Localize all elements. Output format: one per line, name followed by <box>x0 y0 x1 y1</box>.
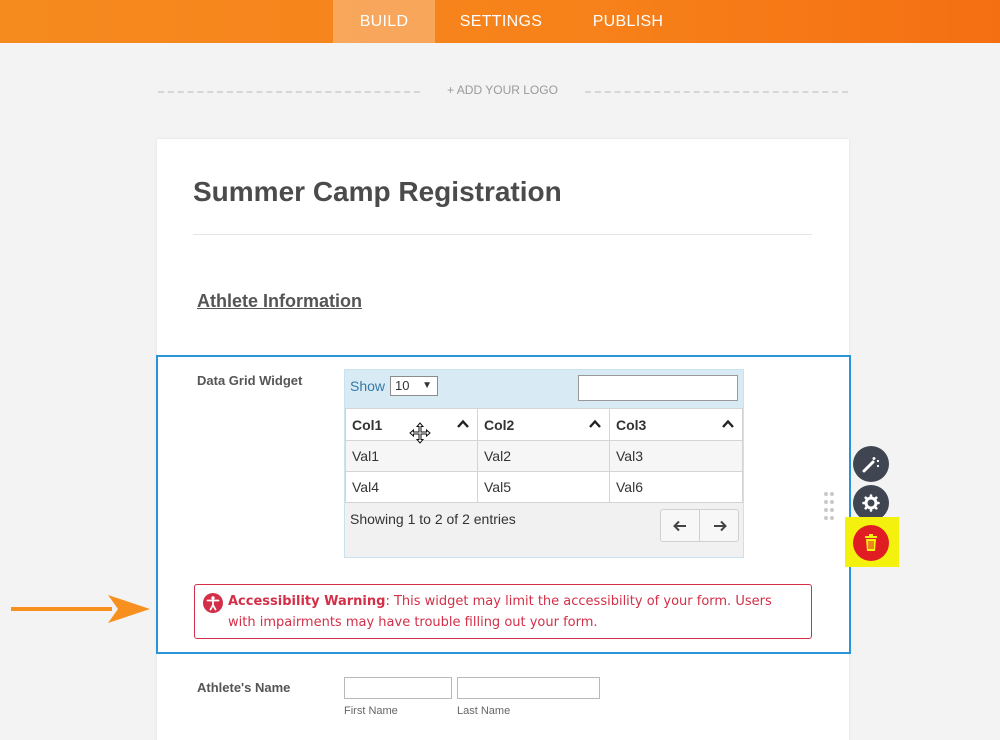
data-grid[interactable]: Show 10 ▼ Col1 Col2 Col3 Val1 Val2 Val3 … <box>344 369 744 558</box>
warning-title: Accessibility Warning <box>228 594 386 609</box>
tab-settings[interactable]: SETTINGS <box>445 0 557 43</box>
data-grid-toolbar: Show 10 ▼ <box>345 370 743 408</box>
gear-icon <box>862 494 880 512</box>
data-grid-table: Col1 Col2 Col3 Val1 Val2 Val3 Val4 Val5 … <box>345 408 743 503</box>
last-name-sublabel: Last Name <box>457 705 511 717</box>
accessibility-icon <box>203 593 223 613</box>
tab-build[interactable]: BUILD <box>333 0 435 43</box>
last-name-input[interactable] <box>457 677 600 699</box>
next-page-button[interactable] <box>700 510 739 541</box>
sort-up-icon[interactable] <box>589 418 601 430</box>
form-title[interactable]: Summer Camp Registration <box>193 176 562 208</box>
section-title[interactable]: Athlete Information <box>197 291 362 312</box>
accessibility-warning: Accessibility Warning: This widget may l… <box>194 584 812 639</box>
table-row[interactable]: Val1 Val2 Val3 <box>345 440 743 472</box>
first-name-input[interactable] <box>344 677 452 699</box>
trash-icon <box>865 534 877 551</box>
top-nav-bar: BUILD SETTINGS PUBLISH <box>0 0 1000 43</box>
move-cursor-icon <box>409 422 431 444</box>
drag-handle-icon[interactable] <box>823 491 835 521</box>
page-size-select[interactable]: 10 ▼ <box>390 376 438 396</box>
column-header-label: Col2 <box>484 416 515 433</box>
sort-up-icon[interactable] <box>457 418 469 430</box>
arrow-right-icon <box>713 520 727 532</box>
tab-publish[interactable]: PUBLISH <box>578 0 678 43</box>
page-size-value: 10 <box>395 378 410 393</box>
add-logo-link[interactable]: + ADD YOUR LOGO <box>420 83 585 97</box>
table-cell: Val3 <box>609 440 743 472</box>
table-cell: Val6 <box>609 471 743 503</box>
dropdown-arrow-icon: ▼ <box>422 380 432 391</box>
settings-button[interactable] <box>853 485 889 521</box>
magic-wand-icon <box>862 457 879 473</box>
table-cell: Val5 <box>477 471 610 503</box>
table-cell: Val2 <box>477 440 610 472</box>
show-label: Show <box>350 378 386 394</box>
arrow-left-icon <box>673 520 686 532</box>
delete-button[interactable] <box>853 525 889 561</box>
first-name-sublabel: First Name <box>344 705 398 717</box>
grid-search-input[interactable] <box>578 375 738 401</box>
table-cell: Val1 <box>345 440 478 472</box>
logo-divider-right <box>585 91 848 93</box>
widget-label: Data Grid Widget <box>197 373 303 388</box>
magic-wand-button[interactable] <box>853 446 889 482</box>
column-header-label: Col3 <box>616 416 647 433</box>
sort-up-icon[interactable] <box>722 418 734 430</box>
title-divider <box>193 234 812 235</box>
pager <box>660 509 739 542</box>
table-cell: Val4 <box>345 471 478 503</box>
column-header-col3[interactable]: Col3 <box>609 408 743 441</box>
table-row[interactable]: Val4 Val5 Val6 <box>345 471 743 503</box>
athletes-name-label: Athlete's Name <box>197 680 291 695</box>
column-header-col2[interactable]: Col2 <box>477 408 610 441</box>
prev-page-button[interactable] <box>661 510 700 541</box>
grid-info-text: Showing 1 to 2 of 2 entries <box>350 511 516 527</box>
column-header-label: Col1 <box>352 416 383 433</box>
logo-divider-left <box>158 91 420 93</box>
annotation-arrow-icon <box>11 595 150 623</box>
